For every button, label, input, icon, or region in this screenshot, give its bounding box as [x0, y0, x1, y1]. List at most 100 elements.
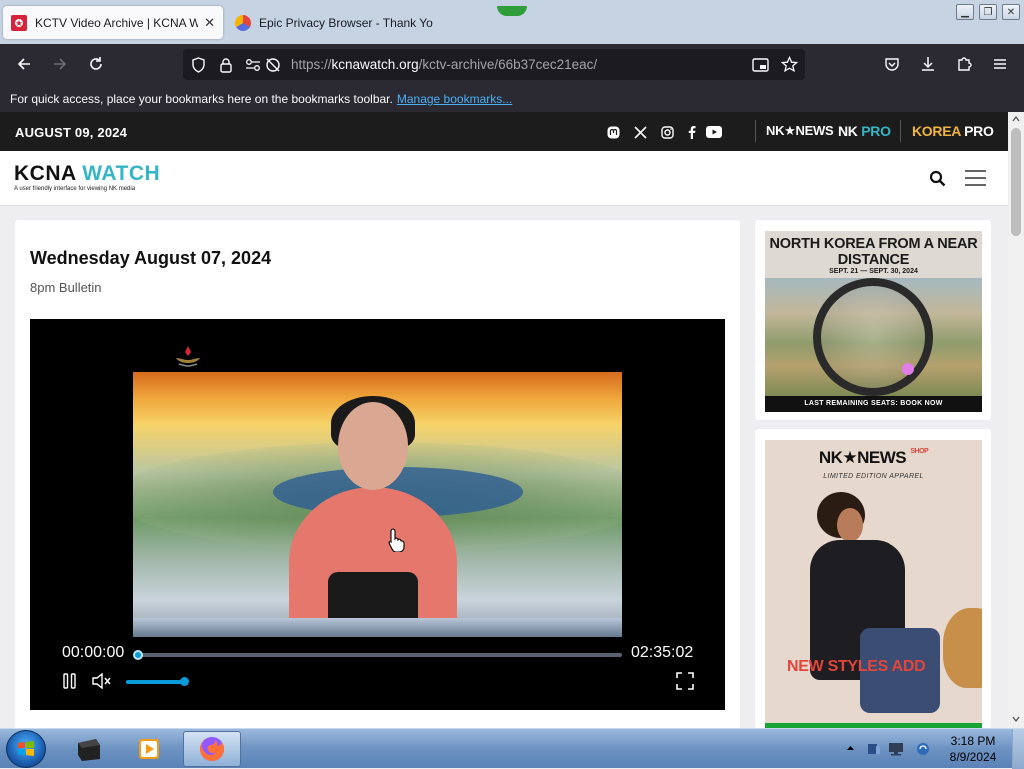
search-icon[interactable]: [929, 170, 946, 187]
windows-logo-icon: [18, 741, 34, 756]
forward-button[interactable]: [50, 54, 70, 74]
volume-slider[interactable]: [126, 677, 189, 686]
tab-epic-privacy[interactable]: Epic Privacy Browser - Thank Yo: [227, 6, 447, 39]
sidebar-ad-card: NK★NEWS SHOP LIMITED EDITION APPAREL NEW…: [755, 429, 991, 728]
video-player[interactable]: 00:00:00 02:35:02: [30, 319, 725, 710]
logo-wordmark: KCNA WATCH: [14, 162, 160, 186]
black-box-app-icon: [78, 739, 100, 761]
x-icon[interactable]: [632, 124, 648, 140]
pause-icon: [63, 673, 76, 689]
app-menu-button[interactable]: [990, 54, 1010, 74]
tab-kctv-archive[interactable]: KCTV Video Archive | KCNA Wa ✕: [3, 6, 223, 39]
nkpro-pro: PRO: [861, 123, 891, 139]
manage-bookmarks-link[interactable]: Manage bookmarks...: [397, 92, 512, 106]
site-header: KCNA WATCH A user friendly interface for…: [0, 151, 1008, 206]
media-player-icon: [139, 739, 159, 759]
url-path: /kctv-archive/66b37cec21eac/: [418, 57, 598, 72]
current-time: 00:00:00: [62, 644, 125, 661]
maximize-button[interactable]: ❐: [979, 4, 997, 20]
url-text[interactable]: https://kcnawatch.org/kctv-archive/66b37…: [291, 57, 597, 72]
tray-device-icon[interactable]: [866, 741, 882, 757]
youtube-icon[interactable]: [705, 124, 723, 140]
fullscreen-button[interactable]: [675, 671, 695, 691]
mastodon-icon[interactable]: [605, 124, 621, 140]
news-desk: [133, 618, 622, 637]
pocket-icon: [885, 58, 899, 71]
page-scrollbar[interactable]: [1008, 112, 1024, 728]
article-title: Wednesday August 07, 2024: [30, 248, 272, 268]
taskbar-app-terminal[interactable]: [60, 731, 118, 767]
divider: [900, 120, 901, 142]
extensions-button[interactable]: [954, 54, 974, 74]
bookmark-star-icon[interactable]: [781, 56, 798, 73]
nkpro-link[interactable]: NK PRO: [838, 123, 891, 139]
address-bar[interactable]: https://kcnawatch.org/kctv-archive/66b37…: [183, 49, 805, 80]
facebook-icon[interactable]: [683, 124, 699, 140]
shop-ad-banner[interactable]: NK★NEWS SHOP LIMITED EDITION APPAREL NEW…: [765, 440, 982, 728]
window-drag-indicator-icon: [497, 6, 527, 16]
ad-dates: SEPT. 21 — SEPT. 30, 2024: [829, 268, 918, 275]
anchor-head: [338, 402, 408, 490]
minimize-button[interactable]: ▁: [956, 4, 974, 20]
menu-icon[interactable]: [964, 169, 987, 187]
tab-title: Epic Privacy Browser - Thank Yo: [259, 15, 433, 30]
current-date: AUGUST 09, 2024: [15, 125, 128, 140]
start-button[interactable]: [6, 730, 46, 768]
tray-network-icon[interactable]: [888, 741, 904, 757]
hand-cursor-icon: [388, 528, 405, 552]
scroll-down-icon[interactable]: [1012, 716, 1020, 722]
permissions-icon[interactable]: [245, 57, 261, 73]
taskbar: 3:18 PM 8/9/2024: [0, 728, 1024, 769]
volume-thumb[interactable]: [180, 677, 189, 686]
back-button[interactable]: [14, 54, 34, 74]
article-card: Wednesday August 07, 2024 8pm Bulletin 0…: [15, 220, 740, 728]
pause-button[interactable]: [60, 671, 80, 691]
koreapro-korea: KOREA: [912, 123, 965, 139]
downloads-button[interactable]: [918, 54, 938, 74]
tray-expand-icon[interactable]: [846, 744, 855, 751]
model-face: [837, 508, 863, 542]
mute-button[interactable]: [92, 671, 112, 691]
pocket-button[interactable]: [882, 54, 902, 74]
close-tab-icon[interactable]: ✕: [204, 15, 215, 31]
instagram-icon[interactable]: [659, 124, 675, 140]
nkpro-nk: NK: [838, 123, 862, 139]
clock-date: 8/9/2024: [949, 750, 997, 764]
shop-promo-text: NEW STYLES ADD: [787, 658, 926, 675]
close-window-button[interactable]: ✕: [1002, 4, 1020, 20]
scroll-up-icon[interactable]: [1012, 116, 1020, 122]
reload-button[interactable]: [86, 54, 106, 74]
show-desktop-button[interactable]: [1012, 729, 1024, 769]
taskbar-app-media[interactable]: [120, 731, 178, 767]
scrollbar-thumb[interactable]: [1011, 128, 1021, 236]
koreapro-link[interactable]: KOREA PRO: [912, 123, 994, 139]
navigation-toolbar: https://kcnawatch.org/kctv-archive/66b37…: [0, 44, 1024, 85]
download-icon: [922, 57, 934, 71]
nknews-link[interactable]: NK★NEWS: [766, 123, 834, 139]
logo-main: KCNA: [14, 162, 83, 185]
ad-footer: LAST REMAINING SEATS: BOOK NOW: [765, 396, 982, 412]
lock-icon[interactable]: [219, 57, 233, 73]
picture-in-picture-icon[interactable]: [752, 57, 770, 73]
taskbar-app-firefox[interactable]: [183, 731, 241, 767]
shop-tagline: LIMITED EDITION APPAREL: [823, 473, 924, 480]
puzzle-icon: [958, 57, 972, 71]
tab-strip: KCTV Video Archive | KCNA Wa ✕ Epic Priv…: [0, 0, 1024, 44]
kcna-watch-logo[interactable]: KCNA WATCH A user friendly interface for…: [14, 162, 160, 192]
koreapro-pro: PRO: [964, 123, 994, 139]
reload-icon: [90, 57, 102, 70]
system-clock[interactable]: 3:18 PM 8/9/2024: [940, 733, 1006, 765]
seek-bar[interactable]: [133, 650, 622, 660]
ad-title: NORTH KOREA FROM A NEAR DISTANCE: [769, 236, 978, 268]
tour-ad-banner[interactable]: NORTH KOREA FROM A NEAR DISTANCE SEPT. 2…: [765, 231, 982, 412]
kcna-favicon-icon: [11, 14, 27, 31]
hamster-mascot: [943, 608, 982, 688]
autoplay-blocked-icon[interactable]: [265, 57, 281, 73]
shield-icon[interactable]: [191, 57, 206, 73]
kctv-emblem-icon: [176, 346, 200, 367]
site-top-bar: AUGUST 09, 2024 NK★NEWS NK PRO KOREA PRO: [0, 112, 1008, 151]
seek-thumb[interactable]: [133, 650, 143, 660]
volume-icon: [92, 673, 111, 689]
tray-language-icon[interactable]: [915, 741, 931, 757]
forward-arrow-icon: [54, 58, 67, 70]
